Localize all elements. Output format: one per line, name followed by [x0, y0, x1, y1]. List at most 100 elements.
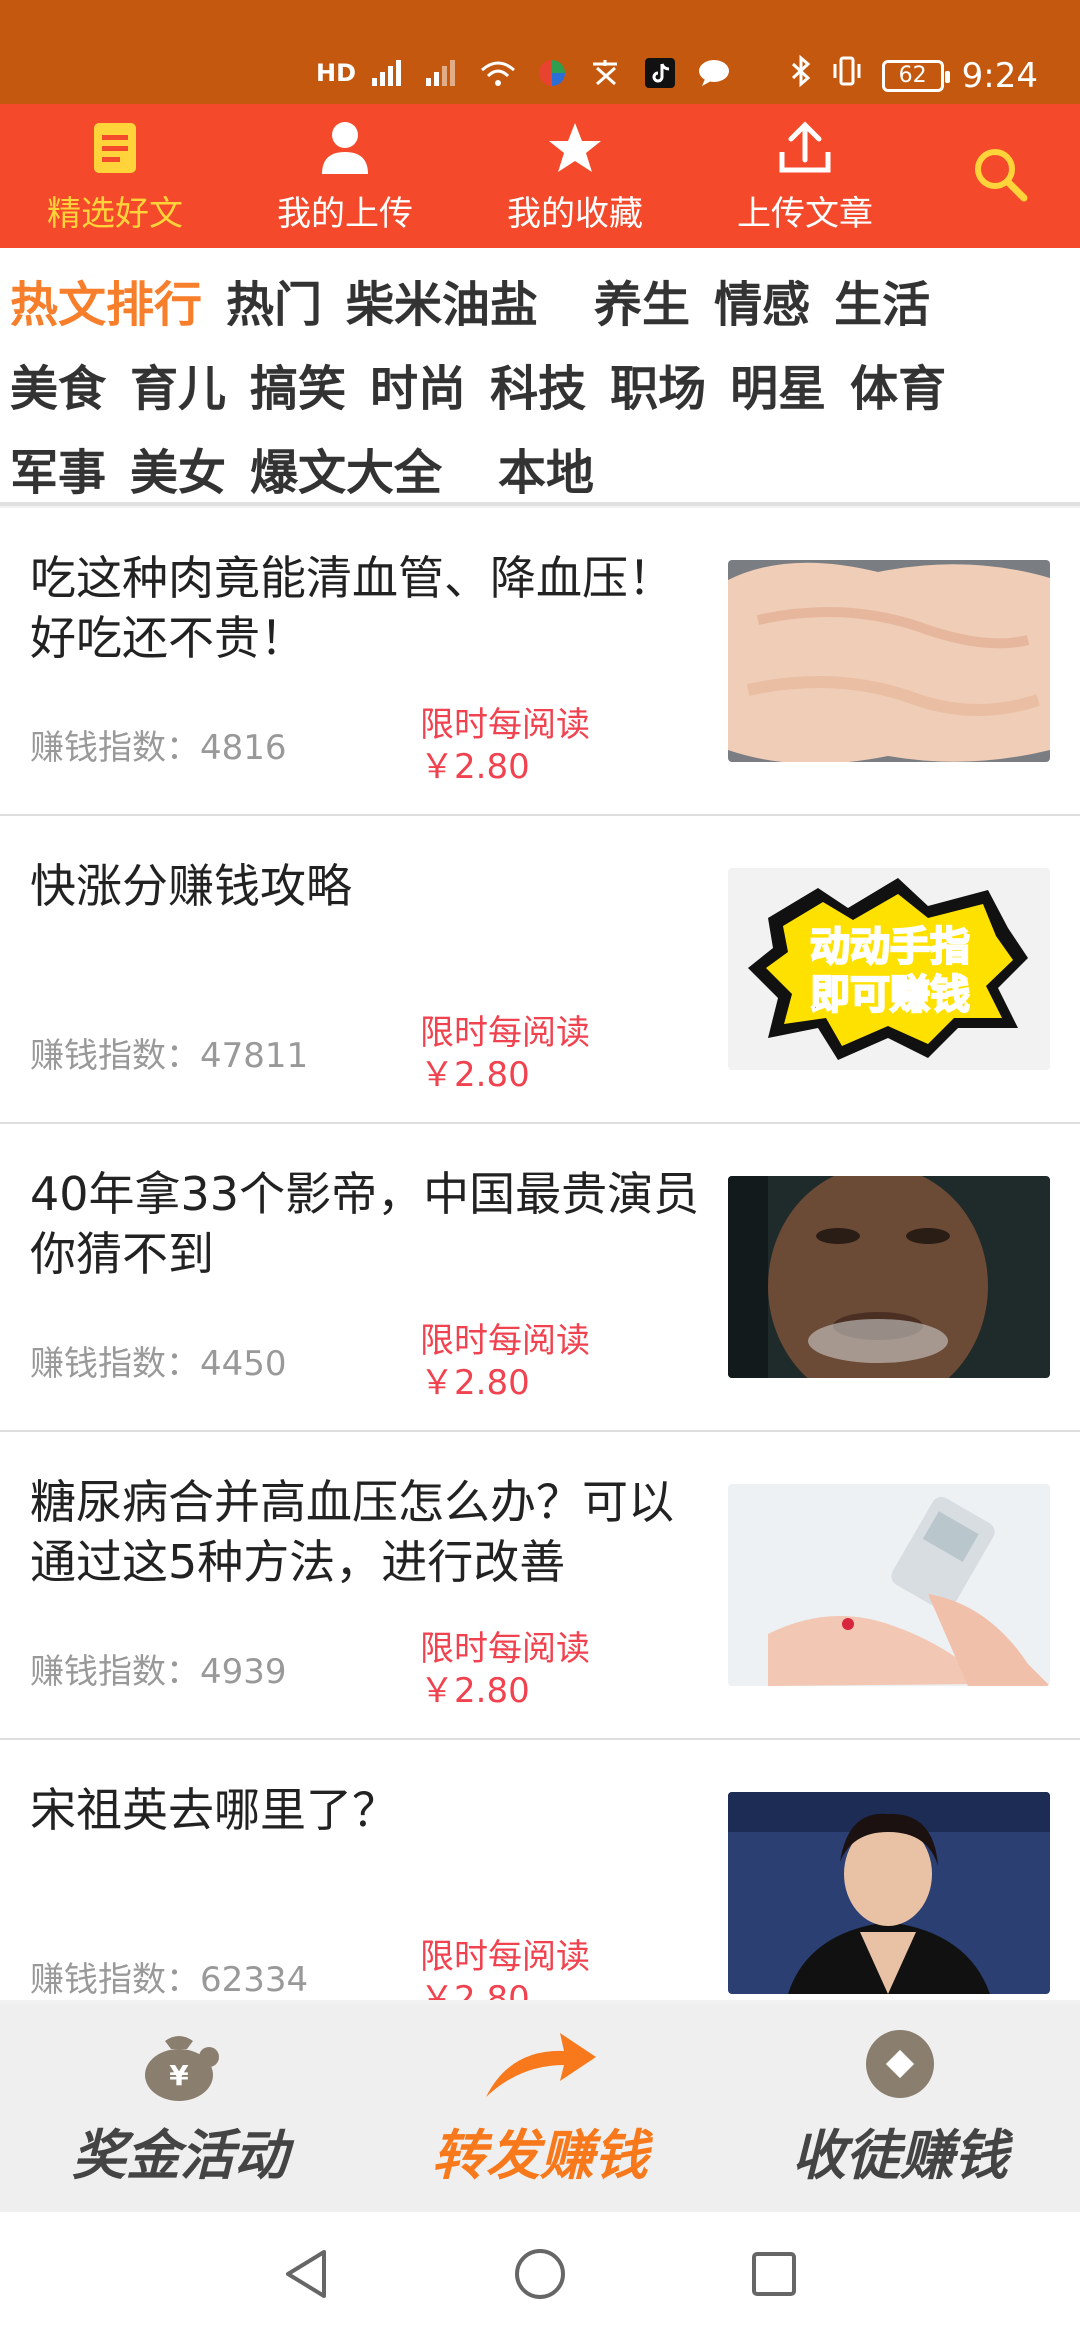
article-title: 糖尿病合并高血压怎么办？可以通过这5种方法，进行改善 [30, 1475, 674, 1589]
tab-my-favorites[interactable]: 我的收藏 [460, 104, 690, 248]
system-nav-bar [0, 2212, 1080, 2340]
category-workplace[interactable]: 职场 [610, 349, 706, 419]
reward-amount: ￥2.80 [420, 1979, 530, 2000]
tab-my-uploads-label: 我的上传 [277, 193, 413, 234]
back-icon[interactable] [280, 2246, 332, 2306]
article-thumbnail: 动动手指 即可赚钱 [728, 868, 1050, 1070]
top-nav: 精选好文 我的上传 我的收藏 上传文章 [0, 104, 1080, 248]
list-item[interactable]: 40年拿33个影帝，中国最贵演员你猜不到 赚钱指数：4450 限时每阅读 ￥2.… [0, 1124, 1080, 1432]
article-title: 吃这种肉竟能清血管、降血压！好吃还不贵！ [30, 551, 674, 665]
article-list: 吃这种肉竟能清血管、降血压！好吃还不贵！ 赚钱指数：4816 限时每阅读 ￥2.… [0, 508, 1080, 2000]
category-daily-life[interactable]: 柴米油盐 [346, 265, 538, 335]
status-bar: HD 62 9:24 [0, 0, 1080, 104]
category-tech[interactable]: 科技 [490, 349, 586, 419]
category-popular[interactable]: 热门 [226, 265, 322, 335]
category-military[interactable]: 军事 [10, 433, 106, 503]
bluetooth-icon [790, 54, 812, 97]
article-reward: 限时每阅读 ￥2.80 [420, 1320, 590, 1404]
article-thumbnail [728, 1792, 1050, 1994]
category-funny[interactable]: 搞笑 [250, 349, 346, 419]
money-bag-icon: ¥ [135, 2027, 225, 2105]
status-icons: HD [316, 56, 734, 90]
category-emotion[interactable]: 情感 [714, 265, 810, 335]
share-earn-button[interactable]: 转发赚钱 [360, 2004, 720, 2212]
search-button[interactable] [920, 104, 1080, 248]
app-notification-icon [532, 56, 572, 90]
reward-label: 限时每阅读 [420, 1013, 590, 1053]
document-icon [85, 118, 145, 178]
article-title: 快涨分赚钱攻略 [30, 859, 352, 913]
battery-icon: 62 [881, 59, 950, 92]
article-reward: 限时每阅读 ￥2.80 [420, 704, 590, 788]
tab-featured[interactable]: 精选好文 [0, 104, 230, 248]
vibrate-icon [830, 54, 864, 97]
translate-icon [586, 56, 626, 90]
wifi-icon [478, 56, 518, 90]
list-item[interactable]: 宋祖英去哪里了？ 赚钱指数：62334 限时每阅读 ￥2.80 [0, 1740, 1080, 2000]
search-icon [971, 145, 1029, 207]
category-row: 军事 美女 爆文大全 本地 [10, 426, 1080, 510]
recruit-earn-label: 收徒赚钱 [792, 2123, 1008, 2187]
category-life[interactable]: 生活 [834, 265, 930, 335]
hd-icon: HD [316, 59, 357, 87]
reward-label: 限时每阅读 [420, 1321, 590, 1361]
list-item[interactable]: 吃这种肉竟能清血管、降血压！好吃还不贵！ 赚钱指数：4816 限时每阅读 ￥2.… [0, 508, 1080, 816]
category-row: 美食 育儿 搞笑 时尚 科技 职场 明星 体育 [10, 342, 1080, 426]
list-item[interactable]: 快涨分赚钱攻略 赚钱指数：47811 限时每阅读 ￥2.80 动动手指 即可赚钱 [0, 816, 1080, 1124]
tab-upload-article-label: 上传文章 [737, 193, 873, 234]
tiktok-icon [640, 56, 680, 90]
svg-text:¥: ¥ [169, 2059, 189, 2092]
sticker-text: 动动手指 [810, 924, 970, 970]
category-food[interactable]: 美食 [10, 349, 106, 419]
bonus-activity-label: 奖金活动 [72, 2123, 288, 2187]
article-score: 赚钱指数：4450 [30, 1344, 287, 1384]
star-icon [545, 118, 605, 178]
clock: 9:24 [961, 55, 1038, 96]
tab-my-uploads[interactable]: 我的上传 [230, 104, 460, 248]
signal-3g-icon [424, 56, 464, 90]
article-thumbnail [728, 560, 1050, 762]
article-reward: 限时每阅读 ￥2.80 [420, 1628, 590, 1712]
article-score: 赚钱指数：47811 [30, 1036, 309, 1076]
share-earn-label: 转发赚钱 [432, 2123, 648, 2187]
category-hot-ranking[interactable]: 热文排行 [10, 265, 202, 335]
chat-icon [694, 56, 734, 90]
tab-featured-label: 精选好文 [47, 193, 183, 234]
article-score: 赚钱指数：62334 [30, 1960, 309, 2000]
reward-label: 限时每阅读 [420, 705, 590, 745]
tab-my-favorites-label: 我的收藏 [507, 193, 643, 234]
article-thumbnail [728, 1484, 1050, 1686]
category-sports[interactable]: 体育 [850, 349, 946, 419]
sticker-text: 即可赚钱 [810, 972, 970, 1018]
share-arrow-icon [480, 2027, 600, 2105]
category-health[interactable]: 养生 [594, 265, 690, 335]
tab-upload-article[interactable]: 上传文章 [690, 104, 920, 248]
category-beauty[interactable]: 美女 [130, 433, 226, 503]
category-local[interactable]: 本地 [498, 433, 594, 503]
reward-label: 限时每阅读 [420, 1937, 590, 1977]
reward-amount: ￥2.80 [420, 1671, 530, 1711]
user-icon [315, 118, 375, 178]
article-score: 赚钱指数：4939 [30, 1652, 287, 1692]
reward-label: 限时每阅读 [420, 1629, 590, 1669]
home-icon[interactable] [512, 2246, 568, 2306]
recent-apps-icon[interactable] [748, 2248, 800, 2304]
category-celebrity[interactable]: 明星 [730, 349, 826, 419]
coin-icon [860, 2027, 940, 2105]
reward-amount: ￥2.80 [420, 1055, 530, 1095]
article-score: 赚钱指数：4816 [30, 728, 287, 768]
reward-amount: ￥2.80 [420, 747, 530, 787]
bonus-activity-button[interactable]: ¥ 奖金活动 [0, 2004, 360, 2212]
category-viral[interactable]: 爆文大全 [250, 433, 442, 503]
category-parenting[interactable]: 育儿 [130, 349, 226, 419]
article-title: 40年拿33个影帝，中国最贵演员你猜不到 [30, 1167, 700, 1281]
article-title: 宋祖英去哪里了？ [30, 1783, 398, 1837]
category-bar: 热文排行 热门 柴米油盐 养生 情感 生活 美食 育儿 搞笑 时尚 科技 职场 … [0, 248, 1080, 506]
status-right: 62 9:24 [790, 54, 1038, 97]
category-fashion[interactable]: 时尚 [370, 349, 466, 419]
upload-icon [775, 118, 835, 178]
recruit-earn-button[interactable]: 收徒赚钱 [720, 2004, 1080, 2212]
category-row: 热文排行 热门 柴米油盐 养生 情感 生活 [10, 258, 1080, 342]
article-reward: 限时每阅读 ￥2.80 [420, 1936, 590, 2000]
list-item[interactable]: 糖尿病合并高血压怎么办？可以通过这5种方法，进行改善 赚钱指数：4939 限时每… [0, 1432, 1080, 1740]
